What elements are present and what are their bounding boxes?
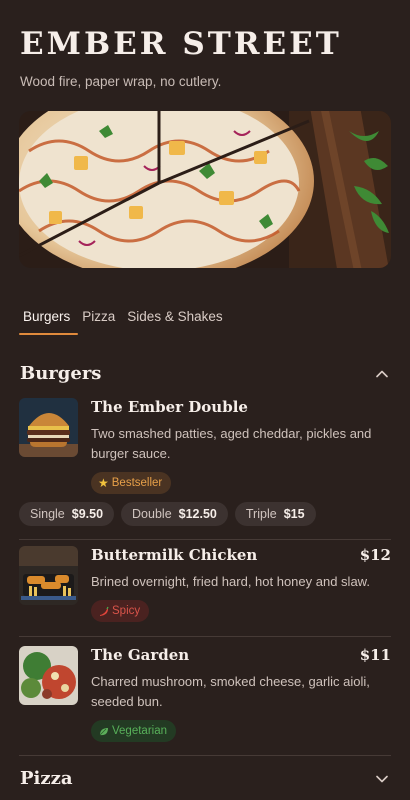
bestseller-badge: ★ Bestseller [91,472,172,494]
section-header-pizza[interactable]: Pizza [20,768,390,789]
vegetarian-badge: Vegetarian [91,720,176,742]
size-price: $15 [283,507,305,521]
item-name: Buttermilk Chicken [91,546,258,564]
garden-thumbnail [19,646,78,705]
header: EMBER STREET Wood fire, paper wrap, no c… [20,24,390,89]
item-description: Two smashed patties, aged cheddar, pickl… [91,426,372,461]
pizza-illustration [19,111,391,268]
tab-sides-shakes[interactable]: Sides & Shakes [123,306,230,336]
size-price: $12.50 [178,507,217,521]
size-label: Triple [245,507,277,521]
chevron-down-icon[interactable] [374,771,390,787]
tab-burgers[interactable]: Burgers [19,306,79,336]
brand-title: EMBER STREET [20,26,342,62]
leaf-icon [99,727,108,735]
tagline: Wood fire, paper wrap, no cutlery. [20,74,222,89]
size-label: Single [30,507,65,521]
size-option-single[interactable]: Single $9.50 [19,502,115,526]
item-name: The Garden [91,646,190,664]
size-options: Single $9.50 Double $12.50 Triple $15 [19,502,316,526]
badge-label: Bestseller [111,477,163,489]
tab-pizza[interactable]: Pizza [78,306,123,336]
section-title-pizza: Pizza [20,768,73,789]
divider [19,636,391,637]
burger-thumbnail [19,398,78,457]
chevron-up-icon[interactable] [374,366,390,382]
size-label: Double [132,507,172,521]
badge-label: Spicy [112,605,141,617]
size-price: $9.50 [71,507,104,521]
hero-pizza-image [19,111,391,268]
category-tabs: Burgers Pizza Sides & Shakes [19,306,231,336]
chili-icon [100,606,109,616]
badge-label: Vegetarian [112,725,167,737]
section-header-burgers[interactable]: Burgers [20,363,390,384]
star-icon: ★ [98,476,109,490]
item-price: $11 [359,646,391,664]
spicy-badge: Spicy [91,600,150,622]
section-title-burgers: Burgers [20,363,102,384]
divider [19,755,391,756]
item-description: Charred mushroom, smoked cheese, garlic … [91,674,370,709]
size-option-triple[interactable]: Triple $15 [234,502,316,526]
divider [19,539,391,540]
item-description: Brined overnight, fried hard, hot honey … [91,574,370,589]
chicken-thumbnail [19,546,78,605]
size-option-double[interactable]: Double $12.50 [121,502,228,526]
item-price: $12 [359,546,391,564]
item-name: The Ember Double [91,398,248,416]
